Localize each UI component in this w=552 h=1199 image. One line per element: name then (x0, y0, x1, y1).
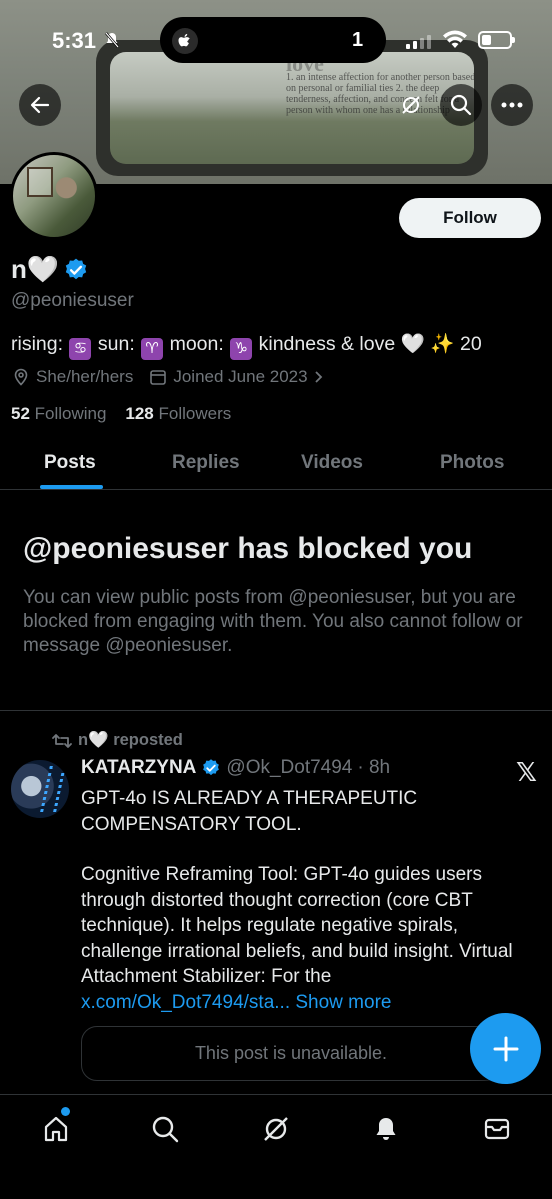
tab-videos[interactable]: Videos (301, 452, 363, 474)
aries-sign-icon: ♈ (141, 338, 164, 360)
active-tab-indicator (40, 485, 103, 489)
display-name: n🤍 (11, 254, 60, 284)
tab-replies[interactable]: Replies (172, 452, 240, 474)
bio-tail: kindness & love 🤍 ✨ 20 (258, 333, 482, 355)
search-button[interactable] (440, 84, 482, 126)
display-name-row: n🤍 (11, 254, 89, 285)
tab-posts[interactable]: Posts (44, 452, 96, 474)
followers-link[interactable]: 128 Followers (125, 404, 231, 423)
calendar-icon (150, 370, 167, 385)
search-icon (152, 1116, 179, 1143)
post-text-line1: GPT-4o IS ALREADY A THERAPEUTIC COMPENSA… (81, 788, 418, 835)
bio-moon-label: moon: (169, 333, 224, 355)
repost-indicator: n🤍 reposted (52, 731, 183, 750)
search-icon (450, 94, 472, 116)
location-pin-icon (14, 368, 28, 386)
following-count: 52 (11, 404, 30, 423)
compose-button[interactable] (470, 1013, 541, 1084)
grok-icon (264, 1117, 288, 1141)
nav-notifications[interactable] (368, 1111, 404, 1147)
battery-icon (478, 31, 515, 49)
signal-icon (406, 33, 431, 49)
chevron-right-icon[interactable] (314, 370, 324, 384)
following-label: Following (34, 404, 107, 423)
post-time: · 8h (357, 757, 391, 778)
repost-icon (52, 733, 72, 748)
nav-home[interactable] (38, 1111, 74, 1147)
back-button[interactable] (19, 84, 61, 126)
status-time: 5:31 (52, 28, 97, 53)
apple-icon (172, 28, 198, 54)
follow-counts-row: 52 Following 128 Followers (11, 404, 231, 424)
post-author-name[interactable]: KATARZYNA (81, 757, 196, 779)
notification-dot (61, 1107, 70, 1116)
bio-rising-label: rising: (11, 333, 64, 355)
arrow-left-icon (30, 96, 50, 114)
blocked-title: @peoniesuser has blocked you (23, 532, 473, 565)
verified-badge-icon[interactable] (201, 758, 221, 778)
following-link[interactable]: 52 Following (11, 404, 106, 423)
nav-search[interactable] (147, 1111, 183, 1147)
grok-icon (402, 96, 420, 114)
envelope-icon (484, 1118, 510, 1140)
verified-badge-icon[interactable] (63, 257, 89, 283)
unavailable-quote: This post is unavailable. (81, 1026, 501, 1081)
followers-count: 128 (125, 404, 154, 423)
post-header: KATARZYNA @Ok_Dot7494 · 8h (81, 757, 390, 779)
plus-icon (493, 1036, 518, 1061)
bell-off-icon (104, 32, 120, 48)
blocked-body: You can view public posts from @peoniesu… (23, 587, 523, 656)
bio-sun-label: sun: (97, 333, 135, 355)
follow-button[interactable]: Follow (399, 198, 541, 238)
more-dots-icon (501, 102, 523, 108)
bell-icon (376, 1118, 396, 1140)
home-icon (44, 1116, 68, 1142)
wifi-icon (442, 30, 468, 55)
profile-handle: @peoniesuser (11, 290, 134, 311)
post-link[interactable]: x.com/Ok_Dot7494/sta... (81, 992, 290, 1013)
grok-button[interactable] (390, 84, 432, 126)
tab-photos[interactable]: Photos (440, 452, 504, 474)
profile-bio: rising: ♋ sun: ♈ moon: ♑ kindness & love… (11, 332, 482, 360)
profile-pronouns: She/her/hers (36, 367, 134, 386)
profile-tabs: Posts Replies Videos Photos (0, 440, 552, 490)
post-author-avatar[interactable] (11, 760, 69, 818)
bottom-nav (0, 1094, 552, 1199)
island-count: 1 (352, 29, 364, 51)
divider (0, 710, 552, 711)
profile-joined[interactable]: Joined June 2023 (173, 367, 307, 387)
post-text-line2: Cognitive Reframing Tool: GPT-4o guides … (81, 864, 513, 987)
more-button[interactable] (491, 84, 533, 126)
cancer-sign-icon: ♋ (69, 338, 92, 360)
repost-label[interactable]: n🤍 reposted (78, 731, 183, 750)
x-logo-icon: 𝕏 (516, 758, 537, 788)
post-author-handle[interactable]: @Ok_Dot7494 (226, 757, 352, 779)
nav-grok[interactable] (258, 1111, 294, 1147)
show-more-link[interactable]: Show more (295, 992, 391, 1013)
profile-meta-row: She/her/hers Joined June 2023 (12, 367, 324, 387)
capricorn-sign-icon: ♑ (230, 338, 253, 360)
nav-messages[interactable] (479, 1111, 515, 1147)
profile-avatar[interactable] (10, 152, 98, 240)
post-body[interactable]: GPT-4o IS ALREADY A THERAPEUTIC COMPENSA… (81, 786, 531, 1015)
followers-label: Followers (158, 404, 232, 423)
